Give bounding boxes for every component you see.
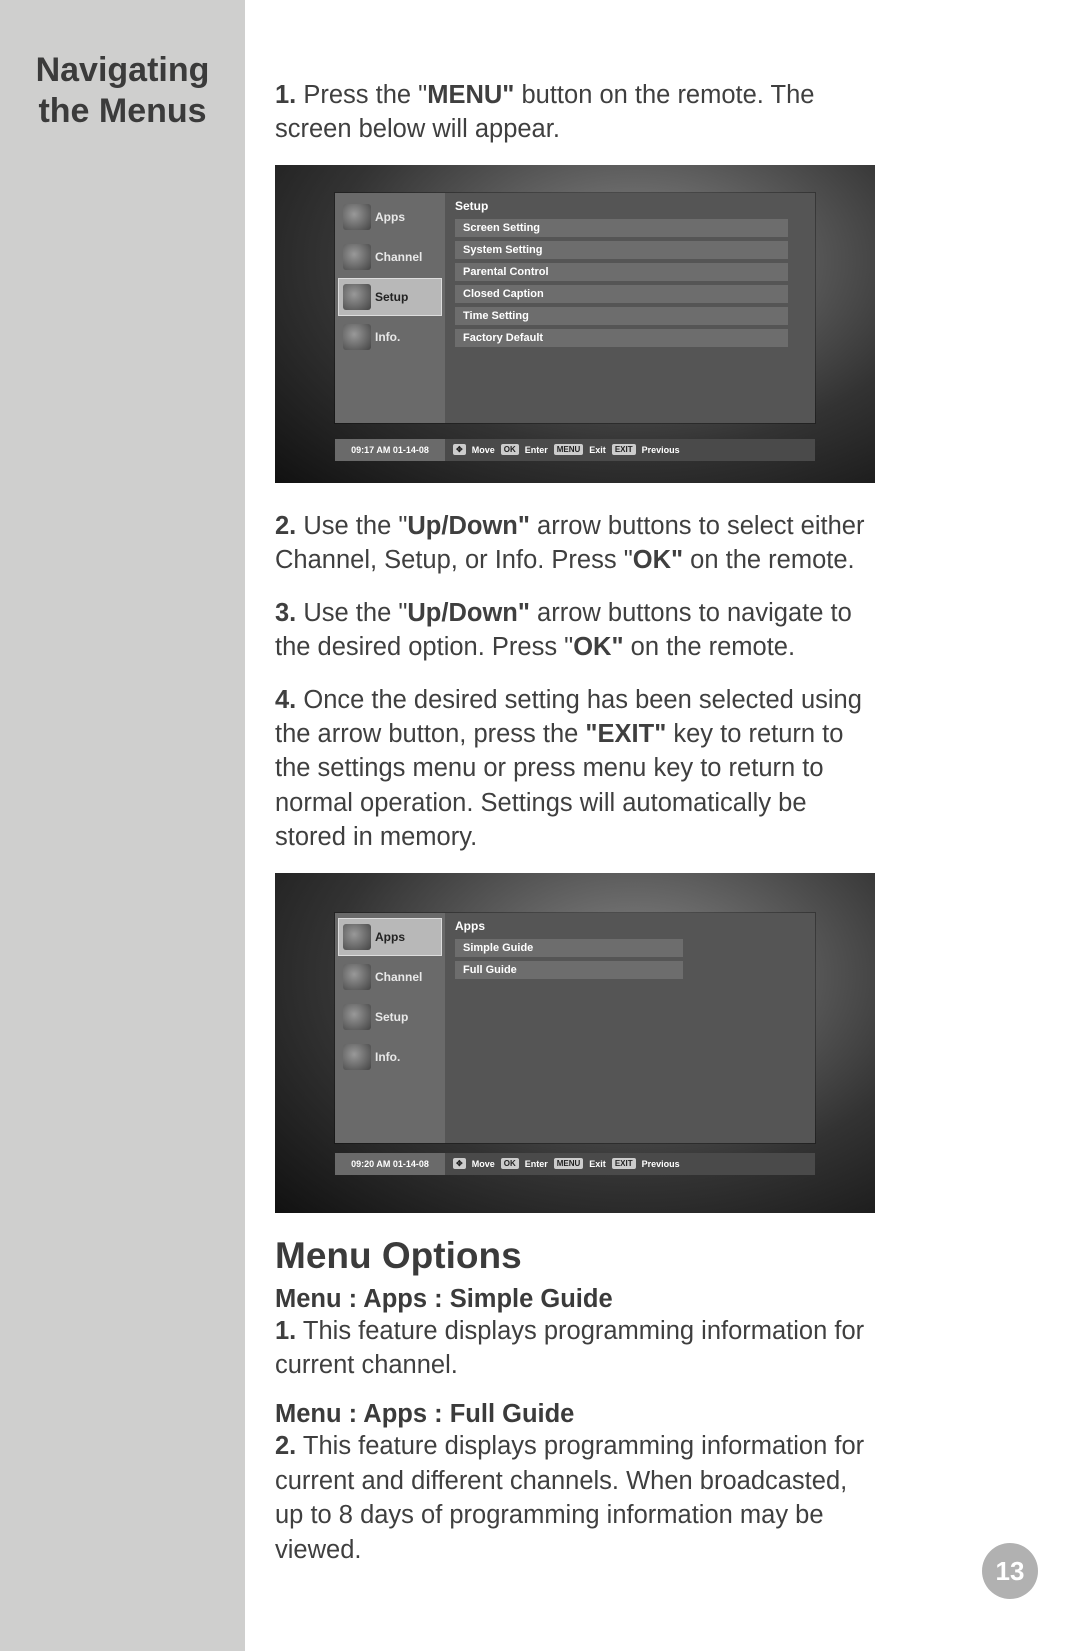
- osd-key-hints: ✥Move OKEnter MENUExit EXITPrevious: [445, 439, 815, 461]
- osd-row: System Setting: [455, 241, 788, 259]
- osd-key-hints: ✥Move OKEnter MENUExit EXITPrevious: [445, 1153, 815, 1175]
- exit-key-icon: EXIT: [612, 444, 636, 455]
- thumb-icon: [343, 1004, 371, 1030]
- osd-tab-apps: Apps: [339, 919, 441, 955]
- menu-options-heading: Menu Options: [275, 1235, 875, 1277]
- page-number-badge: 13: [982, 1543, 1038, 1599]
- osd-row: Parental Control: [455, 263, 788, 281]
- osd-tab-channel: Channel: [339, 959, 441, 995]
- osd-row: Closed Caption: [455, 285, 788, 303]
- osd-menu-panel: Apps Channel Setup Info. Setup Screen Se…: [335, 193, 815, 423]
- osd-menu-body: Setup Screen Setting System Setting Pare…: [445, 193, 815, 423]
- thumb-icon: [343, 204, 371, 230]
- osd-panel-title: Setup: [455, 199, 805, 213]
- osd-timestamp: 09:20 AM 01-14-08: [335, 1153, 445, 1175]
- step-4: 4. Once the desired setting has been sel…: [275, 683, 875, 855]
- subhead-simple-guide: Menu : Apps : Simple Guide: [275, 1285, 875, 1314]
- sidebar-title-line2: the Menus: [38, 92, 206, 130]
- osd-menu-body: Apps Simple Guide Full Guide: [445, 913, 815, 1143]
- subhead-full-guide: Menu : Apps : Full Guide: [275, 1400, 875, 1429]
- osd-menu-tabs: Apps Channel Setup Info.: [335, 193, 445, 423]
- sidebar: Navigating the Menus: [0, 0, 245, 1651]
- step-3: 3. Use the "Up/Down" arrow buttons to na…: [275, 596, 875, 665]
- thumb-icon: [343, 924, 371, 950]
- osd-row: Time Setting: [455, 307, 788, 325]
- osd-row: Screen Setting: [455, 219, 788, 237]
- simple-guide-desc: 1. This feature displays programming inf…: [275, 1314, 875, 1383]
- osd-status-bar: 09:17 AM 01-14-08 ✥Move OKEnter MENUExit…: [335, 439, 815, 461]
- screenshot-setup-menu: Apps Channel Setup Info. Setup Screen Se…: [275, 165, 875, 483]
- step-1: 1. Press the "MENU" button on the remote…: [275, 78, 875, 147]
- osd-row: Simple Guide: [455, 939, 683, 957]
- main-content: 1. Press the "MENU" button on the remote…: [275, 78, 875, 1567]
- osd-panel-title: Apps: [455, 919, 805, 933]
- thumb-icon: [343, 964, 371, 990]
- thumb-icon: [343, 1044, 371, 1070]
- exit-key-icon: EXIT: [612, 1158, 636, 1169]
- osd-menu-tabs: Apps Channel Setup Info.: [335, 913, 445, 1143]
- osd-tab-channel: Channel: [339, 239, 441, 275]
- sidebar-title: Navigating the Menus: [18, 50, 227, 132]
- menu-key-icon: MENU: [554, 1158, 584, 1169]
- nav-arrows-icon: ✥: [453, 1158, 466, 1169]
- osd-tab-apps: Apps: [339, 199, 441, 235]
- osd-tab-setup: Setup: [339, 279, 441, 315]
- osd-row: Factory Default: [455, 329, 788, 347]
- osd-tab-setup: Setup: [339, 999, 441, 1035]
- menu-key-icon: MENU: [554, 444, 584, 455]
- thumb-icon: [343, 324, 371, 350]
- osd-status-bar: 09:20 AM 01-14-08 ✥Move OKEnter MENUExit…: [335, 1153, 815, 1175]
- thumb-icon: [343, 244, 371, 270]
- osd-row: Full Guide: [455, 961, 683, 979]
- step-2: 2. Use the "Up/Down" arrow buttons to se…: [275, 509, 875, 578]
- osd-timestamp: 09:17 AM 01-14-08: [335, 439, 445, 461]
- screenshot-apps-menu: Apps Channel Setup Info. Apps Simple Gui…: [275, 873, 875, 1213]
- ok-key-icon: OK: [501, 444, 519, 455]
- nav-arrows-icon: ✥: [453, 444, 466, 455]
- osd-menu-panel: Apps Channel Setup Info. Apps Simple Gui…: [335, 913, 815, 1143]
- sidebar-title-line1: Navigating: [36, 51, 210, 89]
- ok-key-icon: OK: [501, 1158, 519, 1169]
- thumb-icon: [343, 284, 371, 310]
- osd-tab-info: Info.: [339, 319, 441, 355]
- full-guide-desc: 2. This feature displays programming inf…: [275, 1429, 875, 1567]
- osd-tab-info: Info.: [339, 1039, 441, 1075]
